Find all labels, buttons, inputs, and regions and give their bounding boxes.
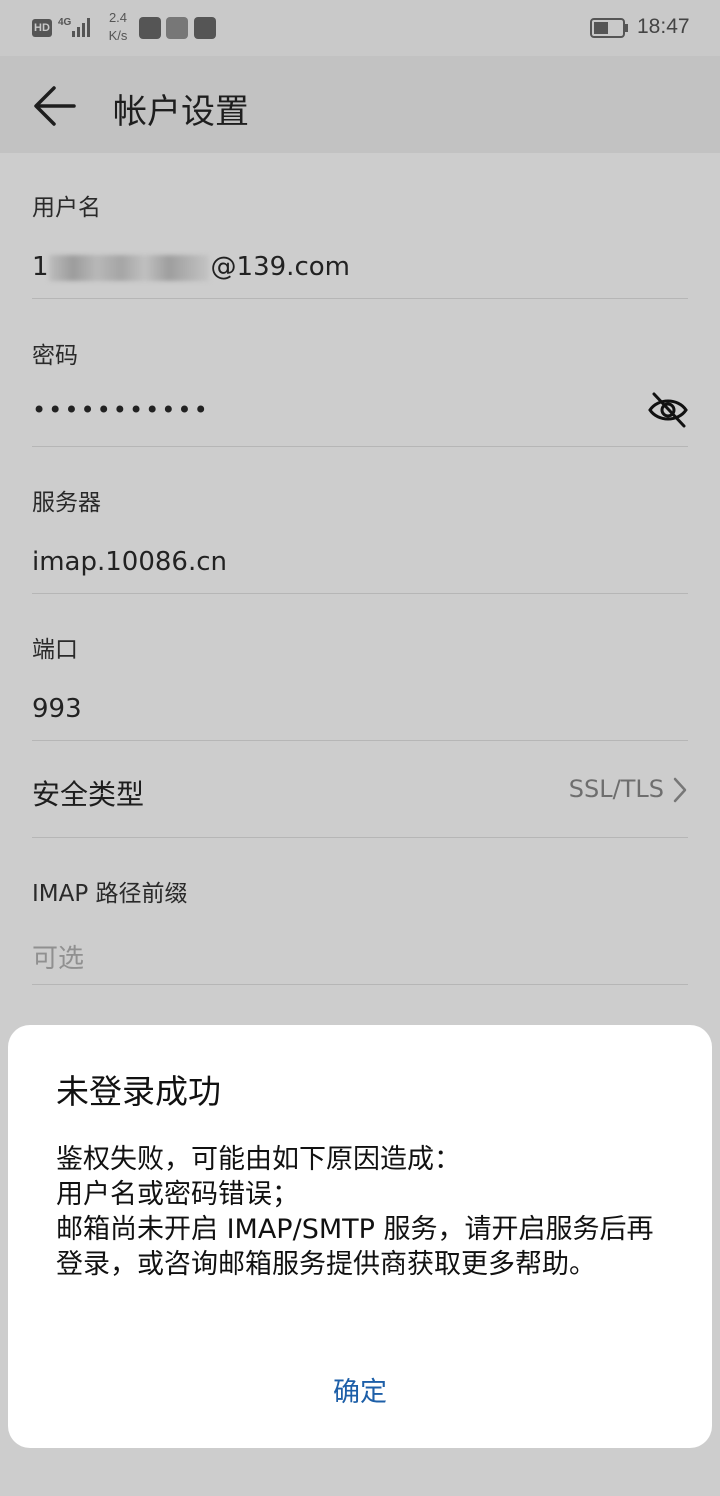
dialog-title: 未登录成功 [56, 1072, 221, 1111]
divider [32, 593, 688, 594]
security-type-row[interactable]: 安全类型 SSL/TLS [32, 773, 688, 813]
redacted-text [48, 254, 209, 281]
username-label: 用户名 [32, 195, 101, 221]
sim-notification-icon [194, 17, 216, 39]
chevron-right-icon [673, 777, 687, 803]
password-value[interactable]: ••••••••••• [32, 392, 688, 428]
divider [32, 837, 688, 838]
server-field[interactable]: 服务器 imap.10086.cn [32, 483, 688, 577]
port-field[interactable]: 端口 993 [32, 630, 688, 724]
server-value[interactable]: imap.10086.cn [32, 547, 688, 577]
port-label: 端口 [32, 637, 78, 663]
divider [32, 446, 688, 447]
imap-prefix-label: IMAP 路径前缀 [32, 881, 188, 907]
arrow-left-icon[interactable] [30, 84, 78, 128]
status-bar: HD 4G 2.4 K/s 18:47 [0, 0, 720, 56]
divider [32, 740, 688, 741]
divider [32, 298, 688, 299]
server-label: 服务器 [32, 490, 101, 516]
gallery-notification-icon [139, 17, 161, 39]
imap-prefix-input[interactable]: 可选 [32, 938, 688, 975]
username-value[interactable]: 1 @139.com [32, 252, 688, 282]
page-title: 帐户设置 [113, 92, 249, 132]
signal-icon: 4G [58, 17, 90, 37]
ok-button[interactable]: 确定 [8, 1370, 712, 1409]
security-type-value: SSL/TLS [569, 775, 688, 804]
password-field[interactable]: 密码 ••••••••••• [32, 336, 688, 428]
network-speed: 2.4 K/s [108, 10, 128, 43]
clock: 18:47 [637, 15, 690, 38]
battery-icon [590, 18, 628, 38]
hd-badge: HD [32, 19, 52, 37]
username-field[interactable]: 用户名 1 @139.com [32, 188, 688, 282]
login-failed-dialog: 未登录成功 鉴权失败，可能由如下原因造成： 用户名或密码错误； 邮箱尚未开启 I… [8, 1025, 712, 1448]
network-type: 4G [58, 17, 72, 28]
dialog-message: 鉴权失败，可能由如下原因造成： 用户名或密码错误； 邮箱尚未开启 IMAP/SM… [56, 1144, 654, 1280]
password-label: 密码 [32, 343, 78, 369]
app-header: 帐户设置 [0, 56, 720, 153]
imap-prefix-field[interactable]: IMAP 路径前缀 可选 [32, 874, 688, 975]
security-type-label: 安全类型 [32, 778, 145, 811]
port-value[interactable]: 993 [32, 694, 688, 724]
eye-off-icon[interactable] [648, 390, 688, 430]
divider [32, 984, 688, 985]
video-app-notification-icon [166, 17, 188, 39]
